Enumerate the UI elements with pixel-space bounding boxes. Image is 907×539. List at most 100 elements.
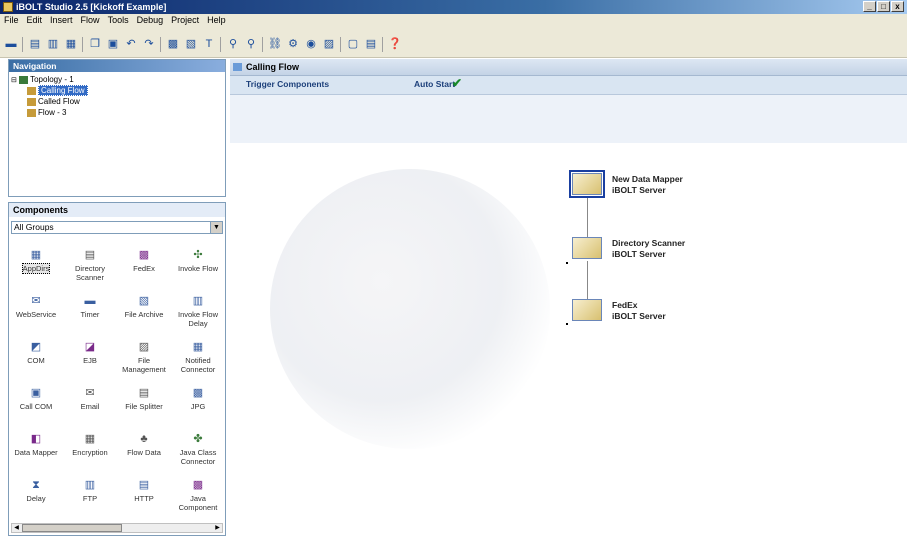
flow-icon [27, 97, 36, 106]
file-archive-icon: ▧ [138, 295, 150, 307]
new-icon[interactable]: ▤ [28, 37, 42, 51]
grid-icon[interactable]: ▩ [166, 37, 180, 51]
flow-data-icon: ♣ [140, 433, 148, 445]
component-item[interactable]: ▤ Directory Scanner [63, 249, 117, 282]
ftp-icon: ▥ [84, 479, 96, 491]
component-item[interactable]: ▦ Encryption [63, 433, 117, 457]
component-item[interactable]: ✤ Java Class Connector [171, 433, 225, 466]
tree-item-flow-3[interactable]: Flow - 3 [27, 107, 66, 118]
tree-item-topology[interactable]: ⊟ Topology - 1 [11, 74, 74, 85]
flow-header: Calling Flow [230, 59, 907, 76]
connection-point[interactable] [566, 323, 568, 325]
zoom-in-icon[interactable]: ⚲ [226, 37, 240, 51]
window-title: iBOLT Studio 2.5 [Kickoff Example] [16, 2, 167, 12]
email-icon: ✉ [85, 387, 95, 399]
tree-item-calling-flow[interactable]: Calling Flow [27, 85, 88, 96]
connection-point[interactable] [566, 262, 568, 264]
flow-node-data-mapper[interactable]: New Data Mapper iBOLT Server [569, 170, 722, 199]
collapse-icon[interactable]: ⊟ [11, 77, 17, 84]
component-item[interactable]: ▬ Timer [63, 295, 117, 319]
com-icon: ◩ [30, 341, 42, 353]
tree-item-label: Calling Flow [38, 85, 88, 96]
components-header: Components [9, 203, 225, 217]
component-item[interactable]: ▩ FedEx [117, 249, 171, 273]
maximize-button[interactable]: □ [877, 1, 890, 12]
navigation-panel: Navigation ⊟ Topology - 1 Calling Flow C… [8, 59, 226, 197]
redo-icon[interactable]: ↷ [142, 37, 156, 51]
component-item[interactable]: ✉ WebService [9, 295, 63, 319]
menu-help[interactable]: Help [203, 14, 230, 27]
component-item[interactable]: ♣ Flow Data [117, 433, 171, 457]
menu-insert[interactable]: Insert [46, 14, 77, 27]
chevron-down-icon[interactable]: ▼ [210, 222, 222, 233]
directory-scanner-icon: ▤ [84, 249, 96, 261]
scroll-left-icon[interactable]: ◀ [12, 524, 21, 532]
scrollbar-thumb[interactable] [22, 524, 122, 532]
open-icon[interactable]: ▥ [46, 37, 60, 51]
undo-icon[interactable]: ↶ [124, 37, 138, 51]
tree-item-label: Flow - 3 [38, 108, 67, 117]
trigger-components-label[interactable]: Trigger Components [246, 79, 329, 89]
component-item[interactable]: ▦ Notified Connector [171, 341, 225, 374]
tree-item-called-flow[interactable]: Called Flow [27, 96, 80, 107]
component-item[interactable]: ▤ File Splitter [117, 387, 171, 411]
properties-icon[interactable]: ▤ [364, 37, 378, 51]
menu-debug[interactable]: Debug [133, 14, 168, 27]
component-item[interactable]: ▤ HTTP [117, 479, 171, 503]
component-item[interactable]: ◧ Data Mapper [9, 433, 63, 457]
component-item[interactable]: ▥ FTP [63, 479, 117, 503]
menu-flow[interactable]: Flow [77, 14, 104, 27]
menu-edit[interactable]: Edit [23, 14, 47, 27]
zoom-out-icon[interactable]: ⚲ [244, 37, 258, 51]
component-item[interactable]: ◪ EJB [63, 341, 117, 365]
toolbar-separator [22, 37, 23, 52]
component-item[interactable]: ▣ Call COM [9, 387, 63, 411]
close-button[interactable]: x [891, 1, 904, 12]
checkmark-icon[interactable]: ✔ [452, 76, 462, 90]
toolbar-separator [340, 37, 341, 52]
flow-node-directory-scanner[interactable]: Directory Scanner iBOLT Server [572, 237, 722, 263]
component-item[interactable]: ◩ COM [9, 341, 63, 365]
text-icon[interactable]: T [202, 37, 216, 51]
group-select[interactable]: All Groups ▼ [11, 221, 223, 234]
component-item[interactable]: ✉ Email [63, 387, 117, 411]
data-mapper-icon: ◧ [30, 433, 42, 445]
node-server: iBOLT Server [612, 311, 666, 321]
run-icon[interactable]: ◉ [304, 37, 318, 51]
file-splitter-icon: ▤ [138, 387, 150, 399]
scroll-right-icon[interactable]: ▶ [213, 524, 222, 532]
toolbar: ▬ ▤ ▥ ▦ ❐ ▣ ↶ ↷ ▩ ▧ T ⚲ ⚲ ⛓ ⚙ ◉ ▨ ▢ ▤ ❓ [0, 27, 907, 58]
tree-item-label: Topology - 1 [30, 75, 74, 84]
data-mapper-icon [569, 170, 605, 198]
help-icon[interactable]: ❓ [388, 37, 402, 51]
horizontal-scrollbar[interactable]: ◀ ▶ [11, 523, 223, 533]
flow-icon [27, 108, 36, 117]
directory-scanner-icon [572, 237, 602, 259]
link-icon[interactable]: ⛓ [268, 37, 282, 51]
deploy-icon[interactable]: ▨ [322, 37, 336, 51]
paste-icon[interactable]: ▣ [106, 37, 120, 51]
save-icon[interactable]: ▦ [64, 37, 78, 51]
component-item[interactable]: ▩ Java Component [171, 479, 225, 512]
debug-icon[interactable]: ⚙ [286, 37, 300, 51]
component-item[interactable]: ▥ Invoke Flow Delay [171, 295, 225, 328]
app-icon [3, 2, 13, 12]
component-item[interactable]: ▨ File Management [117, 341, 171, 374]
topology-icon [19, 75, 29, 84]
menu-file[interactable]: File [0, 14, 23, 27]
flow-icon [233, 63, 242, 71]
minus-icon[interactable]: ▬ [4, 37, 18, 51]
flow-node-fedex[interactable]: FedEx iBOLT Server [572, 299, 722, 325]
table-icon[interactable]: ▧ [184, 37, 198, 51]
invoke-flow-icon: ✣ [193, 249, 203, 261]
component-item[interactable]: ▦ AppDirs [9, 249, 63, 274]
window-icon[interactable]: ▢ [346, 37, 360, 51]
component-item[interactable]: ▩ JPG [171, 387, 225, 411]
component-item[interactable]: ⧗ Delay [9, 479, 63, 503]
menu-project[interactable]: Project [167, 14, 203, 27]
copy-icon[interactable]: ❐ [88, 37, 102, 51]
component-item[interactable]: ✣ Invoke Flow [171, 249, 225, 273]
minimize-button[interactable]: _ [863, 1, 876, 12]
component-item[interactable]: ▧ File Archive [117, 295, 171, 319]
menu-tools[interactable]: Tools [104, 14, 133, 27]
